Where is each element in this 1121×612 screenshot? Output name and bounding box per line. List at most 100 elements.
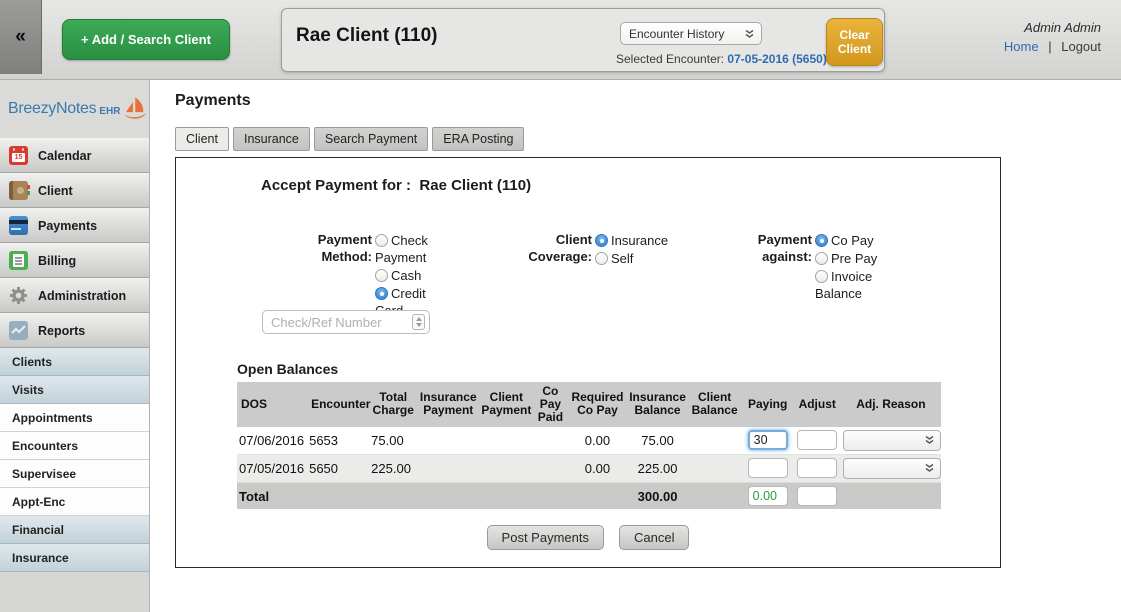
sidebar-subitem-encounters[interactable]: Encounters <box>0 432 149 460</box>
sidebar-subitem-appt-enc[interactable]: Appt-Enc <box>0 488 149 516</box>
main-content: Payments Client Insurance Search Payment… <box>150 80 1121 612</box>
cancel-button[interactable]: Cancel <box>618 525 690 550</box>
sidebar-subitem-appointments[interactable]: Appointments <box>0 404 149 432</box>
col-insurance-balance: Insurance Balance <box>627 382 688 427</box>
tab-insurance[interactable]: Insurance <box>232 127 310 151</box>
tab-client[interactable]: Client <box>175 127 229 151</box>
col-insurance-payment: Insurance Payment <box>417 382 480 427</box>
chart-icon <box>9 321 28 340</box>
total-label: Total <box>239 488 270 504</box>
client-payment-cell <box>479 454 533 482</box>
sidebar-item-calendar[interactable]: 15 Calendar <box>0 138 149 173</box>
radio-icon <box>375 234 388 247</box>
page-title: Payments <box>175 92 251 109</box>
add-search-client-button[interactable]: + Add / Search Client <box>62 19 230 60</box>
logo-text: BreezyNotes <box>8 100 97 117</box>
sidebar-item-billing[interactable]: Billing <box>0 243 149 278</box>
radio-selected-icon <box>375 287 388 300</box>
calendar-icon: 15 <box>9 146 28 165</box>
app-logo: BreezyNotes EHR <box>0 80 149 138</box>
selected-encounter-link[interactable]: 07-05-2016 (5650) <box>727 52 826 66</box>
total-charge-cell: 225.00 <box>371 460 411 476</box>
number-stepper-icon[interactable] <box>412 314 425 330</box>
radio-co-pay[interactable]: Co Pay <box>815 232 895 249</box>
sidebar-subitem-financial[interactable]: Financial <box>0 516 149 544</box>
credit-card-icon <box>9 216 28 235</box>
check-ref-number-input[interactable] <box>262 310 430 334</box>
insurance-payment-cell <box>417 454 479 482</box>
payment-against-label: Payment against: <box>757 232 812 264</box>
table-header-row: DOS Encounter Total Charge Insurance Pay… <box>237 382 941 427</box>
total-adjust-input[interactable] <box>797 486 838 507</box>
total-charge-cell: 75.00 <box>371 432 404 448</box>
sidebar-subitem-visits[interactable]: Visits <box>0 376 149 404</box>
post-payments-button[interactable]: Post Payments <box>486 525 604 550</box>
chevron-double-down-icon <box>925 436 934 445</box>
accept-payment-panel: Accept Payment for : Rae Client (110) Pa… <box>175 157 1001 568</box>
sidebar-subitem-insurance[interactable]: Insurance <box>0 544 149 572</box>
tab-era-posting[interactable]: ERA Posting <box>432 127 525 151</box>
adjust-input[interactable] <box>797 458 838 479</box>
client-name: Rae Client (110) <box>296 25 438 46</box>
encounter-cell: 5650 <box>309 460 339 476</box>
radio-icon <box>815 252 828 265</box>
adj-reason-select[interactable] <box>842 429 941 451</box>
clear-client-button[interactable]: Clear Client <box>826 18 883 66</box>
sidebar-subitem-supervisee[interactable]: Supervisee <box>0 460 149 488</box>
col-paying: Paying <box>741 382 794 427</box>
radio-icon <box>595 252 608 265</box>
sidebar-item-reports[interactable]: Reports <box>0 313 149 348</box>
radio-selected-icon <box>595 234 608 247</box>
user-area: Admin Admin Home | Logout <box>1004 20 1101 54</box>
radio-invoice-balance[interactable]: Invoice Balance <box>815 268 895 302</box>
adj-reason-select[interactable] <box>842 457 941 479</box>
radio-pre-pay[interactable]: Pre Pay <box>815 250 895 267</box>
radio-check-payment[interactable]: Check Payment <box>375 232 455 266</box>
total-paying-input[interactable] <box>747 486 788 507</box>
panel-actions: Post Payments Cancel <box>176 525 1000 550</box>
sidebar-item-client[interactable]: Client <box>0 173 149 208</box>
client-balance-cell <box>688 454 742 482</box>
top-bar: « + Add / Search Client Rae Client (110)… <box>0 0 1121 80</box>
collapse-icon: « <box>15 26 26 47</box>
tab-search-payment[interactable]: Search Payment <box>313 127 429 151</box>
radio-icon <box>375 269 388 282</box>
radio-cash[interactable]: Cash <box>375 267 455 284</box>
sidebar: BreezyNotes EHR 15 Calendar Client Payme… <box>0 80 150 612</box>
logo-suffix: EHR <box>99 105 121 117</box>
col-adjust: Adjust <box>793 382 841 427</box>
chevron-double-down-icon <box>925 464 934 473</box>
table-row: 07/06/2016 5653 75.00 0.00 75.00 <box>237 426 941 455</box>
sidebar-item-payments[interactable]: Payments <box>0 208 149 243</box>
radio-insurance[interactable]: Insurance <box>595 232 685 249</box>
logout-link[interactable]: Logout <box>1061 39 1101 54</box>
selected-encounter: Selected Encounter: 07-05-2016 (5650) <box>616 52 827 66</box>
link-separator: | <box>1048 39 1052 54</box>
accept-payment-heading: Accept Payment for : Rae Client (110) <box>261 177 532 194</box>
home-link[interactable]: Home <box>1004 39 1039 54</box>
col-client-payment: Client Payment <box>479 382 534 427</box>
sidebar-collapse-button[interactable]: « <box>0 0 42 74</box>
encounter-history-dropdown[interactable]: Encounter History <box>620 22 762 45</box>
required-co-pay-cell: 0.00 <box>584 432 611 448</box>
table-total-row: Total 300.00 <box>237 482 941 510</box>
payment-against-group: Payment against: Co Pay Pre Pay Invoice … <box>736 232 895 303</box>
paying-input[interactable] <box>747 430 788 451</box>
col-dos: DOS <box>237 382 308 427</box>
client-panel: Rae Client (110) Encounter History Selec… <box>281 8 885 72</box>
billing-list-icon <box>9 251 28 270</box>
radio-self[interactable]: Self <box>595 250 685 267</box>
sidebar-subitem-clients[interactable]: Clients <box>0 348 149 376</box>
sidebar-item-administration[interactable]: Administration <box>0 278 149 313</box>
client-payment-cell <box>479 427 533 455</box>
col-total-charge: Total Charge <box>369 382 418 427</box>
chevron-double-down-icon <box>745 29 754 38</box>
co-pay-paid-cell <box>533 427 567 455</box>
payment-method-group: Payment Method: Check Payment Cash Credi… <box>288 232 455 320</box>
dos-cell: 07/05/2016 <box>239 460 305 476</box>
paying-input[interactable] <box>747 458 788 479</box>
radio-selected-icon <box>815 234 828 247</box>
table-row: 07/05/2016 5650 225.00 0.00 225.00 <box>237 454 941 483</box>
adjust-input[interactable] <box>797 430 838 451</box>
sailboat-icon <box>124 97 147 119</box>
